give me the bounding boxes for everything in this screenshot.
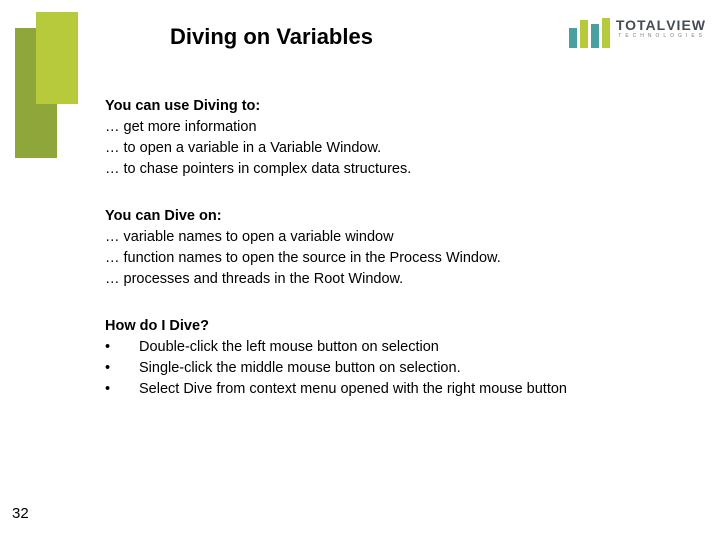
list-item: •Single-click the middle mouse button on… [105,358,665,379]
logo-subtext: TECHNOLOGIES [616,34,706,39]
bullet-text: Single-click the middle mouse button on … [139,358,665,379]
logo-bar [569,28,577,48]
corner-decoration-front [36,12,78,104]
brand-logo: TOTALVIEW TECHNOLOGIES [569,18,706,48]
logo-bars-icon [569,18,610,48]
list-item: … to chase pointers in complex data stru… [105,159,665,180]
bullet-icon: • [105,337,139,358]
slide: Diving on Variables TOTALVIEW TECHNOLOGI… [0,0,720,540]
section: You can use Diving to:… get more informa… [105,96,665,180]
list-item: … variable names to open a variable wind… [105,227,665,248]
logo-text: TOTALVIEW TECHNOLOGIES [616,18,706,39]
page-title: Diving on Variables [170,24,373,50]
logo-bar [602,18,610,48]
section-heading: You can use Diving to: [105,96,665,117]
list-item: … to open a variable in a Variable Windo… [105,138,665,159]
list-item: •Select Dive from context menu opened wi… [105,379,665,400]
section: How do I Dive?•Double-click the left mou… [105,316,665,400]
logo-word-bold: VIEW [666,17,706,33]
bullet-text: Select Dive from context menu opened wit… [139,379,665,400]
list-item: … processes and threads in the Root Wind… [105,269,665,290]
list-item: … get more information [105,117,665,138]
section-heading: You can Dive on: [105,206,665,227]
list-item: •Double-click the left mouse button on s… [105,337,665,358]
bullet-icon: • [105,358,139,379]
logo-bar [591,24,599,48]
bullet-icon: • [105,379,139,400]
section: You can Dive on:… variable names to open… [105,206,665,290]
section-heading: How do I Dive? [105,316,665,337]
logo-bar [580,20,588,48]
bullet-text: Double-click the left mouse button on se… [139,337,665,358]
content-body: You can use Diving to:… get more informa… [105,96,665,426]
logo-word-light: TOTAL [616,17,666,33]
logo-wordmark: TOTALVIEW [616,18,706,32]
page-number: 32 [12,505,29,522]
list-item: … function names to open the source in t… [105,248,665,269]
